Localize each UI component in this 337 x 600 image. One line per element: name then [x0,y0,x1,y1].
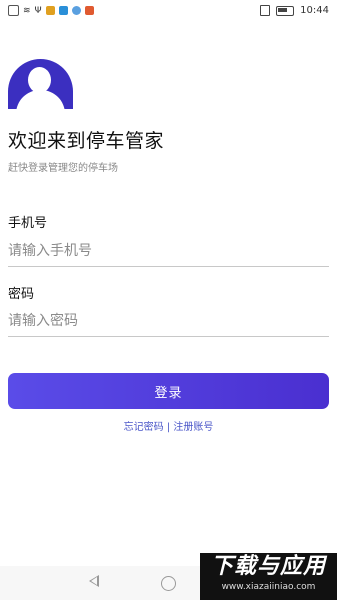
back-icon[interactable] [89,575,99,587]
password-label: 密码 [8,287,35,302]
app-notification-icon [71,6,81,15]
page-subtitle: 赶快登录管理您的停车场 [8,163,118,174]
login-button[interactable]: 登录 [8,373,329,409]
app-notification-icon [58,6,68,15]
auth-links: 忘记密码 | 注册账号 [0,418,337,433]
register-link[interactable]: 注册账号 [173,422,213,433]
phone-input[interactable] [8,236,329,267]
home-icon[interactable] [161,576,176,591]
watermark: 下载与应用 www.xiazaiiniao.com [200,553,337,600]
battery-icon [276,5,295,16]
wifi-icon: ≋ [23,5,31,16]
vibrate-icon [260,5,271,16]
avatar [8,59,73,109]
forgot-password-link[interactable]: 忘记密码 [124,422,164,433]
status-bar: ≋ Ψ 10:44 [0,0,337,22]
password-input[interactable] [8,306,329,337]
link-separator: | [166,422,171,433]
watermark-title: 下载与应用 [210,554,326,579]
avatar-body [16,90,65,109]
usb-icon: Ψ [34,5,42,16]
app-notification-icon [84,6,94,15]
page-title: 欢迎来到停车管家 [8,130,165,152]
status-time: 10:44 [300,5,329,16]
sim-icon [8,5,19,16]
app-notification-icon [45,6,55,15]
phone-label: 手机号 [8,216,48,231]
watermark-url: www.xiazaiiniao.com [221,582,316,592]
system-icons: 10:44 [260,5,329,16]
notification-icons: ≋ Ψ [8,5,94,16]
